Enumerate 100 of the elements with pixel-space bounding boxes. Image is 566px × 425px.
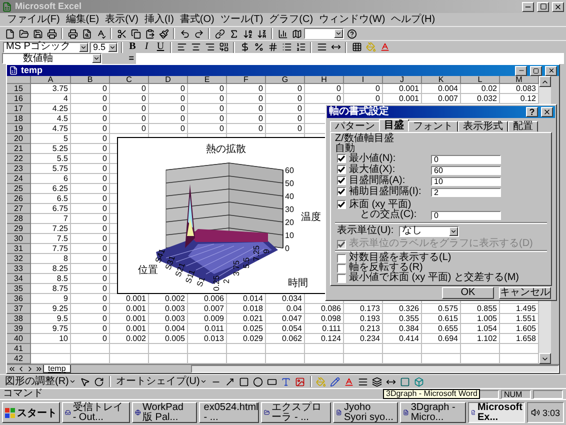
row-header[interactable]: 30 bbox=[7, 234, 31, 244]
checkbox[interactable] bbox=[337, 200, 346, 209]
column-header[interactable]: M bbox=[500, 76, 539, 84]
name-box[interactable]: 数値軸 bbox=[2, 53, 102, 64]
row-header[interactable]: 37 bbox=[7, 304, 31, 314]
checkbox[interactable] bbox=[337, 154, 346, 163]
row-header[interactable]: 22 bbox=[7, 154, 31, 164]
row-header[interactable]: 18 bbox=[7, 114, 31, 124]
input-field[interactable]: 0 bbox=[431, 211, 501, 220]
help-button[interactable]: ? bbox=[526, 107, 538, 117]
minimize-button[interactable] bbox=[515, 66, 527, 76]
toolbar-button[interactable] bbox=[252, 375, 265, 388]
draw-menu[interactable]: 図形の調整(R) bbox=[3, 375, 78, 388]
dialog-button[interactable]: キャンセル bbox=[499, 287, 551, 299]
toolbar-button[interactable] bbox=[66, 27, 79, 40]
checkbox[interactable] bbox=[337, 274, 346, 282]
toolbar-button[interactable] bbox=[276, 27, 289, 40]
row-header[interactable]: 40 bbox=[7, 334, 31, 344]
toolbar-button[interactable] bbox=[31, 27, 44, 40]
menu-item[interactable]: ファイル(F) bbox=[4, 13, 63, 26]
toolbar-button[interactable] bbox=[203, 40, 216, 54]
minimize-button[interactable] bbox=[522, 2, 534, 12]
row-header[interactable]: 25 bbox=[7, 184, 31, 194]
row-header[interactable]: 36 bbox=[7, 294, 31, 304]
column-header[interactable]: C bbox=[110, 76, 149, 84]
column-header[interactable]: I bbox=[344, 76, 383, 84]
row-header[interactable]: 39 bbox=[7, 324, 31, 334]
row-header[interactable]: 34 bbox=[7, 274, 31, 284]
toolbar-button[interactable] bbox=[115, 27, 128, 40]
toolbar-button[interactable] bbox=[238, 375, 251, 388]
checkbox[interactable] bbox=[337, 187, 346, 196]
dialog-tab[interactable]: 表示形式 bbox=[458, 121, 508, 132]
column-header[interactable]: H bbox=[305, 76, 344, 84]
row-header[interactable]: 23 bbox=[7, 164, 31, 174]
toolbar-button[interactable] bbox=[17, 27, 30, 40]
units-dropdown[interactable]: なし bbox=[399, 226, 459, 236]
toolbar-button[interactable] bbox=[345, 27, 358, 40]
scroll-down-button[interactable] bbox=[539, 353, 551, 364]
toolbar-button[interactable] bbox=[45, 27, 58, 40]
taskbar-item[interactable]: Microsoft Ex... bbox=[468, 402, 526, 423]
taskbar-item[interactable]: エクスプローラ - ... bbox=[260, 402, 332, 423]
row-header[interactable]: 21 bbox=[7, 144, 31, 154]
column-header[interactable]: A bbox=[31, 76, 71, 84]
column-header[interactable]: K bbox=[422, 76, 461, 84]
close-button[interactable] bbox=[541, 107, 553, 117]
column-header[interactable]: F bbox=[227, 76, 266, 84]
toolbar-button[interactable] bbox=[294, 40, 307, 54]
start-button[interactable]: スタート bbox=[2, 402, 60, 423]
menu-item[interactable]: ウィンドウ(W) bbox=[316, 13, 388, 26]
checkbox[interactable] bbox=[337, 264, 346, 272]
dialog-tab[interactable]: パターン bbox=[330, 121, 380, 132]
row-header[interactable]: 29 bbox=[7, 224, 31, 234]
font-dropdown[interactable]: MS Pゴシック bbox=[3, 42, 89, 52]
toolbar-button[interactable] bbox=[175, 40, 188, 54]
last-sheet-button[interactable] bbox=[34, 365, 43, 373]
row-header[interactable]: 19 bbox=[7, 124, 31, 134]
toolbar-button[interactable] bbox=[290, 27, 303, 40]
checkbox[interactable] bbox=[337, 176, 346, 185]
row-header[interactable]: 27 bbox=[7, 204, 31, 214]
menu-item[interactable]: 書式(O) bbox=[176, 13, 218, 26]
horizontal-scrollbar[interactable] bbox=[190, 365, 559, 373]
toolbar-button[interactable] bbox=[213, 27, 226, 40]
row-header[interactable]: 32 bbox=[7, 254, 31, 264]
row-header[interactable]: 26 bbox=[7, 194, 31, 204]
column-header[interactable]: E bbox=[188, 76, 227, 84]
taskbar-item[interactable]: ex0524.html - ... bbox=[198, 402, 259, 423]
row-header[interactable]: 17 bbox=[7, 104, 31, 114]
toolbar-button[interactable] bbox=[178, 27, 191, 40]
first-sheet-button[interactable] bbox=[7, 365, 16, 373]
dialog-tab[interactable]: 目盛 bbox=[379, 119, 409, 132]
toolbar-button[interactable] bbox=[157, 27, 170, 40]
column-header[interactable]: B bbox=[71, 76, 110, 84]
dialog-button[interactable]: OK bbox=[442, 287, 494, 299]
sheet-tab[interactable]: temp bbox=[43, 365, 71, 373]
menu-item[interactable]: ヘルプ(H) bbox=[388, 13, 438, 26]
column-header[interactable]: D bbox=[149, 76, 188, 84]
taskbar-item[interactable]: Jyoho Syori syo... bbox=[333, 402, 398, 423]
dialog-tab[interactable]: フォント bbox=[408, 121, 458, 132]
close-button[interactable] bbox=[552, 2, 564, 12]
input-field[interactable]: 60 bbox=[431, 166, 501, 174]
row-header[interactable]: 31 bbox=[7, 244, 31, 254]
menu-item[interactable]: 挿入(I) bbox=[141, 13, 177, 26]
menu-item[interactable]: 表示(V) bbox=[102, 13, 142, 26]
dialog-tab[interactable]: 配置 bbox=[508, 121, 538, 132]
row-header[interactable]: 24 bbox=[7, 174, 31, 184]
row-header[interactable]: 42 bbox=[7, 354, 31, 364]
toolbar-button[interactable] bbox=[370, 375, 384, 388]
font-size-dropdown[interactable]: 9.5 bbox=[90, 42, 118, 52]
text-style-button[interactable]: B bbox=[126, 40, 139, 54]
row-header[interactable]: 33 bbox=[7, 264, 31, 274]
menu-item[interactable]: 編集(E) bbox=[62, 13, 102, 26]
toolbar-button[interactable] bbox=[217, 40, 230, 54]
column-header[interactable]: G bbox=[266, 76, 305, 84]
row-header[interactable]: 15 bbox=[7, 84, 31, 94]
formula-field[interactable] bbox=[136, 53, 564, 64]
zoom-dropdown[interactable] bbox=[304, 28, 344, 39]
taskbar-item[interactable]: WorkPad 版 Pal... bbox=[132, 402, 197, 423]
row-header[interactable]: 20 bbox=[7, 134, 31, 144]
text-style-button[interactable]: U bbox=[154, 40, 167, 54]
row-header[interactable]: 28 bbox=[7, 214, 31, 224]
